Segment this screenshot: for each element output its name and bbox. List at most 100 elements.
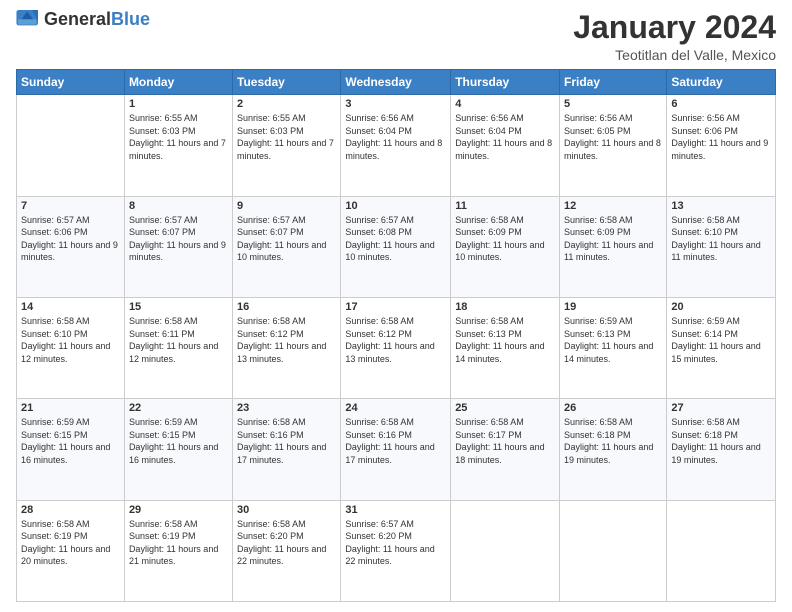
week-row-1: 7 Sunrise: 6:57 AMSunset: 6:06 PMDayligh… — [17, 196, 776, 297]
day-number: 25 — [455, 402, 555, 414]
day-number: 29 — [129, 504, 228, 516]
table-row: 18 Sunrise: 6:58 AMSunset: 6:13 PMDaylig… — [451, 297, 560, 398]
day-number: 1 — [129, 98, 228, 110]
calendar-title: January 2024 — [573, 10, 776, 45]
day-number: 11 — [455, 200, 555, 212]
day-number: 20 — [671, 301, 771, 313]
day-info: Sunrise: 6:55 AMSunset: 6:03 PMDaylight:… — [237, 112, 336, 162]
day-number: 26 — [564, 402, 662, 414]
table-row: 23 Sunrise: 6:58 AMSunset: 6:16 PMDaylig… — [233, 399, 341, 500]
table-row: 24 Sunrise: 6:58 AMSunset: 6:16 PMDaylig… — [341, 399, 451, 500]
day-info: Sunrise: 6:57 AMSunset: 6:20 PMDaylight:… — [345, 518, 446, 568]
day-info: Sunrise: 6:56 AMSunset: 6:04 PMDaylight:… — [455, 112, 555, 162]
table-row: 13 Sunrise: 6:58 AMSunset: 6:10 PMDaylig… — [667, 196, 776, 297]
day-info: Sunrise: 6:57 AMSunset: 6:06 PMDaylight:… — [21, 214, 120, 264]
table-row: 5 Sunrise: 6:56 AMSunset: 6:05 PMDayligh… — [560, 95, 667, 196]
logo-blue: Blue — [111, 9, 150, 29]
day-info: Sunrise: 6:57 AMSunset: 6:07 PMDaylight:… — [129, 214, 228, 264]
day-number: 21 — [21, 402, 120, 414]
day-info: Sunrise: 6:59 AMSunset: 6:15 PMDaylight:… — [21, 416, 120, 466]
day-info: Sunrise: 6:58 AMSunset: 6:18 PMDaylight:… — [564, 416, 662, 466]
col-friday: Friday — [560, 70, 667, 95]
day-info: Sunrise: 6:58 AMSunset: 6:10 PMDaylight:… — [21, 315, 120, 365]
col-tuesday: Tuesday — [233, 70, 341, 95]
day-number: 23 — [237, 402, 336, 414]
table-row: 7 Sunrise: 6:57 AMSunset: 6:06 PMDayligh… — [17, 196, 125, 297]
day-number: 18 — [455, 301, 555, 313]
table-row: 4 Sunrise: 6:56 AMSunset: 6:04 PMDayligh… — [451, 95, 560, 196]
day-number: 12 — [564, 200, 662, 212]
day-number: 28 — [21, 504, 120, 516]
week-row-4: 28 Sunrise: 6:58 AMSunset: 6:19 PMDaylig… — [17, 500, 776, 601]
day-number: 2 — [237, 98, 336, 110]
day-info: Sunrise: 6:58 AMSunset: 6:20 PMDaylight:… — [237, 518, 336, 568]
logo-text: GeneralBlue — [44, 10, 150, 30]
col-sunday: Sunday — [17, 70, 125, 95]
day-number: 10 — [345, 200, 446, 212]
table-row — [560, 500, 667, 601]
day-number: 4 — [455, 98, 555, 110]
day-info: Sunrise: 6:58 AMSunset: 6:19 PMDaylight:… — [129, 518, 228, 568]
day-info: Sunrise: 6:58 AMSunset: 6:17 PMDaylight:… — [455, 416, 555, 466]
day-number: 16 — [237, 301, 336, 313]
col-monday: Monday — [124, 70, 232, 95]
logo-icon — [16, 10, 40, 30]
table-row: 21 Sunrise: 6:59 AMSunset: 6:15 PMDaylig… — [17, 399, 125, 500]
calendar-table: Sunday Monday Tuesday Wednesday Thursday… — [16, 69, 776, 602]
day-info: Sunrise: 6:58 AMSunset: 6:10 PMDaylight:… — [671, 214, 771, 264]
day-info: Sunrise: 6:55 AMSunset: 6:03 PMDaylight:… — [129, 112, 228, 162]
day-number: 8 — [129, 200, 228, 212]
day-info: Sunrise: 6:58 AMSunset: 6:18 PMDaylight:… — [671, 416, 771, 466]
title-block: January 2024 Teotitlan del Valle, Mexico — [573, 10, 776, 63]
day-info: Sunrise: 6:58 AMSunset: 6:19 PMDaylight:… — [21, 518, 120, 568]
table-row — [17, 95, 125, 196]
table-row: 26 Sunrise: 6:58 AMSunset: 6:18 PMDaylig… — [560, 399, 667, 500]
day-info: Sunrise: 6:58 AMSunset: 6:11 PMDaylight:… — [129, 315, 228, 365]
day-info: Sunrise: 6:57 AMSunset: 6:08 PMDaylight:… — [345, 214, 446, 264]
day-number: 27 — [671, 402, 771, 414]
table-row: 31 Sunrise: 6:57 AMSunset: 6:20 PMDaylig… — [341, 500, 451, 601]
table-row: 3 Sunrise: 6:56 AMSunset: 6:04 PMDayligh… — [341, 95, 451, 196]
day-info: Sunrise: 6:58 AMSunset: 6:13 PMDaylight:… — [455, 315, 555, 365]
day-info: Sunrise: 6:58 AMSunset: 6:12 PMDaylight:… — [237, 315, 336, 365]
table-row — [451, 500, 560, 601]
table-row: 9 Sunrise: 6:57 AMSunset: 6:07 PMDayligh… — [233, 196, 341, 297]
day-number: 30 — [237, 504, 336, 516]
day-info: Sunrise: 6:58 AMSunset: 6:09 PMDaylight:… — [564, 214, 662, 264]
logo: GeneralBlue — [16, 10, 150, 30]
table-row: 17 Sunrise: 6:58 AMSunset: 6:12 PMDaylig… — [341, 297, 451, 398]
day-number: 3 — [345, 98, 446, 110]
day-info: Sunrise: 6:59 AMSunset: 6:14 PMDaylight:… — [671, 315, 771, 365]
table-row: 22 Sunrise: 6:59 AMSunset: 6:15 PMDaylig… — [124, 399, 232, 500]
table-row: 30 Sunrise: 6:58 AMSunset: 6:20 PMDaylig… — [233, 500, 341, 601]
week-row-3: 21 Sunrise: 6:59 AMSunset: 6:15 PMDaylig… — [17, 399, 776, 500]
logo-general: General — [44, 9, 111, 29]
day-info: Sunrise: 6:58 AMSunset: 6:12 PMDaylight:… — [345, 315, 446, 365]
table-row: 8 Sunrise: 6:57 AMSunset: 6:07 PMDayligh… — [124, 196, 232, 297]
col-wednesday: Wednesday — [341, 70, 451, 95]
page: GeneralBlue January 2024 Teotitlan del V… — [0, 0, 792, 612]
day-number: 14 — [21, 301, 120, 313]
day-info: Sunrise: 6:58 AMSunset: 6:09 PMDaylight:… — [455, 214, 555, 264]
day-number: 13 — [671, 200, 771, 212]
header-row: Sunday Monday Tuesday Wednesday Thursday… — [17, 70, 776, 95]
day-number: 17 — [345, 301, 446, 313]
day-number: 15 — [129, 301, 228, 313]
table-row: 15 Sunrise: 6:58 AMSunset: 6:11 PMDaylig… — [124, 297, 232, 398]
day-number: 24 — [345, 402, 446, 414]
day-info: Sunrise: 6:59 AMSunset: 6:13 PMDaylight:… — [564, 315, 662, 365]
day-info: Sunrise: 6:56 AMSunset: 6:06 PMDaylight:… — [671, 112, 771, 162]
day-info: Sunrise: 6:59 AMSunset: 6:15 PMDaylight:… — [129, 416, 228, 466]
day-info: Sunrise: 6:57 AMSunset: 6:07 PMDaylight:… — [237, 214, 336, 264]
day-number: 19 — [564, 301, 662, 313]
table-row: 16 Sunrise: 6:58 AMSunset: 6:12 PMDaylig… — [233, 297, 341, 398]
day-info: Sunrise: 6:56 AMSunset: 6:05 PMDaylight:… — [564, 112, 662, 162]
table-row — [667, 500, 776, 601]
table-row: 6 Sunrise: 6:56 AMSunset: 6:06 PMDayligh… — [667, 95, 776, 196]
table-row: 20 Sunrise: 6:59 AMSunset: 6:14 PMDaylig… — [667, 297, 776, 398]
week-row-0: 1 Sunrise: 6:55 AMSunset: 6:03 PMDayligh… — [17, 95, 776, 196]
col-saturday: Saturday — [667, 70, 776, 95]
day-number: 6 — [671, 98, 771, 110]
table-row: 14 Sunrise: 6:58 AMSunset: 6:10 PMDaylig… — [17, 297, 125, 398]
header: GeneralBlue January 2024 Teotitlan del V… — [16, 10, 776, 63]
